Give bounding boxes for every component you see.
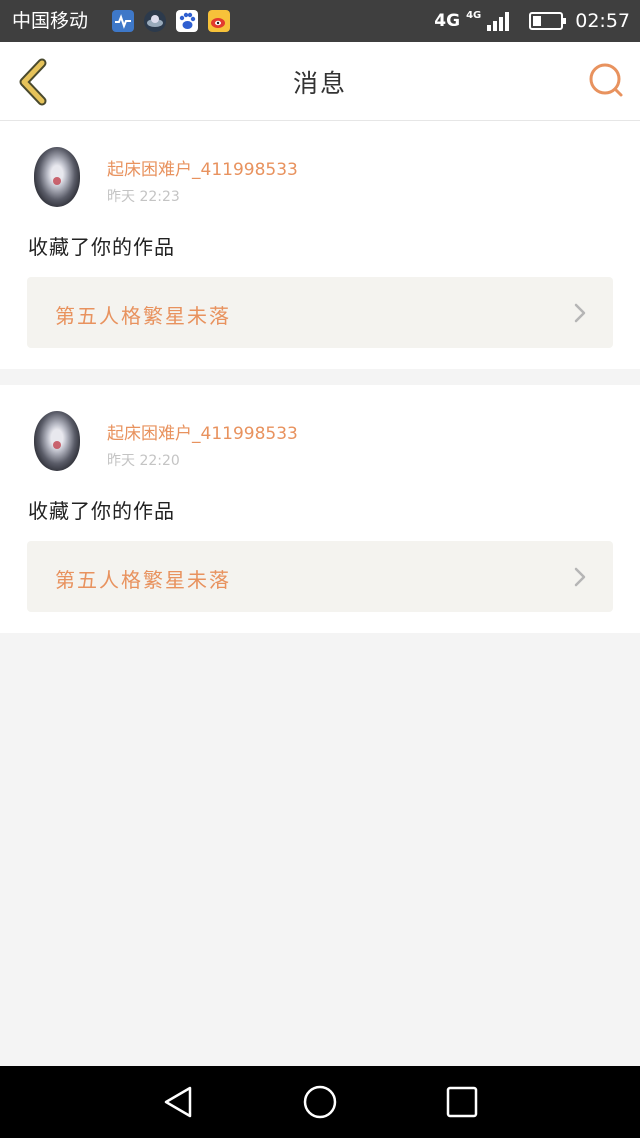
message-time: 昨天 22:23 (107, 189, 180, 205)
nav-back-icon (164, 1086, 192, 1118)
work-link[interactable]: 第五人格繁星未落 (27, 541, 613, 612)
page-title: 消息 (292, 69, 347, 98)
clock: 02:57 (575, 10, 630, 32)
avatar[interactable] (34, 411, 80, 471)
work-link[interactable]: 第五人格繁星未落 (27, 277, 613, 348)
battery-icon (529, 12, 567, 30)
chevron-right-icon (574, 303, 586, 323)
message-time: 昨天 22:20 (107, 453, 180, 469)
battery-level (533, 16, 542, 26)
message-action: 收藏了你的作品 (28, 235, 175, 259)
status-right: 4G 4G 02:57 (434, 6, 630, 36)
network-type: 4G (434, 11, 461, 31)
nav-recent-button[interactable] (444, 1084, 480, 1120)
signal-icon (487, 11, 510, 31)
work-title: 第五人格繁星未落 (55, 568, 231, 592)
weather-app-icon (144, 10, 166, 32)
notification-icons (112, 10, 230, 32)
carrier-name: 中国移动 (12, 10, 89, 32)
chevron-right-icon (574, 567, 586, 587)
health-app-icon (112, 10, 134, 32)
nav-home-button[interactable] (302, 1084, 338, 1120)
nav-home-icon (303, 1085, 337, 1119)
baidu-app-icon (176, 10, 198, 32)
network-type-secondary: 4G (466, 9, 482, 21)
nav-back-button[interactable] (160, 1084, 196, 1120)
message-action: 收藏了你的作品 (28, 499, 175, 523)
username[interactable]: 起床困难户_411998533 (107, 155, 298, 180)
status-bar: 中国移动 4G 4G 02:57 (0, 0, 640, 42)
header: 消息 (0, 42, 640, 121)
search-icon (589, 63, 623, 97)
avatar[interactable] (34, 147, 80, 207)
work-title: 第五人格繁星未落 (55, 304, 231, 328)
search-button[interactable] (586, 60, 626, 100)
message-card: 起床困难户_411998533 昨天 22:23 收藏了你的作品 第五人格繁星未… (0, 121, 640, 369)
username[interactable]: 起床困难户_411998533 (107, 419, 298, 444)
weibo-app-icon (208, 10, 230, 32)
nav-recent-icon (446, 1086, 478, 1118)
message-card: 起床困难户_411998533 昨天 22:20 收藏了你的作品 第五人格繁星未… (0, 385, 640, 633)
navigation-bar (0, 1066, 640, 1138)
